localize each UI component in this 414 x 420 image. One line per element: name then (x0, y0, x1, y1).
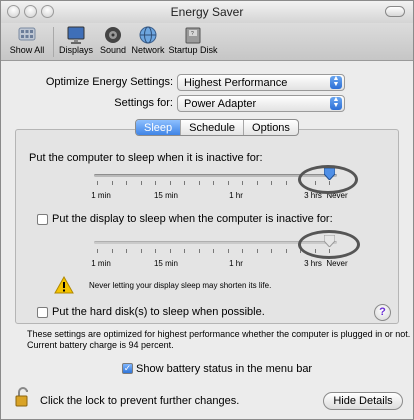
info-line-2: Current battery charge is 94 percent. (27, 340, 174, 350)
slider-tick (155, 181, 156, 185)
slider-tick (271, 181, 272, 185)
grid-icon (18, 27, 36, 41)
toolbar-divider (53, 27, 54, 57)
optimize-value: Highest Performance (184, 77, 288, 89)
slider-tick (242, 181, 243, 185)
toolbar-network[interactable]: Network (129, 25, 167, 55)
hide-details-button[interactable]: Hide Details (323, 392, 403, 410)
toolbar-label: Displays (58, 45, 93, 55)
highlight-ring (298, 230, 360, 259)
toolbar-show-all[interactable]: Show All (5, 25, 49, 55)
window: Energy Saver Show All Displays Sound Net… (0, 0, 414, 420)
slider-tick (97, 181, 98, 185)
title-bar: Energy Saver (1, 1, 413, 23)
tick-label: 15 min (153, 259, 178, 268)
slider-tick (126, 249, 127, 253)
slider-tick (285, 249, 287, 253)
slider-tick (140, 249, 142, 253)
slider-tick (271, 249, 272, 253)
popup-arrows-icon: ▲ ▼ (330, 75, 342, 89)
tab-sleep[interactable]: Sleep (136, 120, 182, 135)
display-sleep-label: Put the display to sleep when the comput… (52, 213, 333, 225)
info-line-1: These settings are optimized for highest… (27, 329, 411, 339)
slider-tick (184, 249, 185, 253)
slider-tick (227, 249, 229, 253)
computer-sleep-label: Put the computer to sleep when it is ina… (29, 152, 263, 164)
slider-tick (111, 181, 113, 185)
tab-options[interactable]: Options (244, 120, 298, 135)
display-sleep-checkbox[interactable] (37, 214, 48, 225)
slider-tick (198, 181, 200, 185)
lock-text: Click the lock to prevent further change… (40, 395, 240, 407)
slider-tick (169, 181, 171, 185)
tick-label: 1 hr (229, 191, 243, 200)
window-title: Energy Saver (170, 5, 244, 19)
toolbar-displays[interactable]: Displays (57, 25, 95, 55)
popup-arrows-icon: ▲ ▼ (330, 96, 342, 110)
highlight-ring (298, 165, 358, 194)
toolbar-toggle-button[interactable] (385, 6, 405, 17)
slider-tick (140, 181, 142, 185)
slider-tick (97, 249, 98, 253)
settings-for-popup[interactable]: Power Adapter ▲ ▼ (177, 95, 345, 112)
slider-tick (126, 181, 127, 185)
hard-disk-label: Put the hard disk(s) to sleep when possi… (52, 306, 265, 318)
tick-label: 1 min (91, 191, 111, 200)
tick-label: 15 min (153, 191, 178, 200)
tick-label: 1 hr (229, 259, 243, 268)
slider-tick (213, 249, 214, 253)
slider-tick (256, 181, 258, 185)
settings-for-label: Settings for: (114, 97, 173, 109)
warning-text: Never letting your display sleep may sho… (89, 281, 272, 290)
hard-disk-checkbox[interactable] (37, 307, 48, 318)
slider-tick (242, 249, 243, 253)
toolbar-label: Startup Disk (168, 45, 218, 55)
tick-label: 1 min (91, 259, 111, 268)
toolbar-sound[interactable]: Sound (97, 25, 129, 55)
battery-status-label: Show battery status in the menu bar (136, 363, 313, 375)
slider-tick (111, 249, 113, 253)
slider-tick (285, 181, 287, 185)
slider-tick (155, 249, 156, 253)
display-icon (67, 26, 85, 44)
svg-text:?: ? (191, 31, 194, 37)
lock-icon[interactable] (15, 386, 31, 408)
toolbar-label: Show All (9, 45, 45, 55)
slider-tick (184, 181, 185, 185)
disk-icon: ? (185, 27, 201, 44)
toolbar-label: Sound (99, 45, 127, 55)
tab-schedule[interactable]: Schedule (181, 120, 245, 135)
settings-for-value: Power Adapter (184, 98, 257, 110)
globe-icon (139, 26, 157, 44)
slider-tick (256, 249, 258, 253)
toolbar: Show All Displays Sound Network ? Startu… (1, 23, 413, 61)
slider-tick (213, 181, 214, 185)
warning-icon (54, 276, 74, 294)
speaker-icon (105, 27, 121, 43)
slider-tick (169, 249, 171, 253)
optimize-label: Optimize Energy Settings: (45, 76, 173, 88)
tick-label: Never (326, 259, 348, 268)
slider-tick (198, 249, 200, 253)
slider-tick (227, 181, 229, 185)
optimize-popup[interactable]: Highest Performance ▲ ▼ (177, 74, 345, 91)
battery-status-checkbox[interactable]: ✓ (122, 363, 133, 374)
help-button[interactable]: ? (374, 304, 391, 321)
tab-bar: Sleep Schedule Options (135, 119, 299, 136)
toolbar-startup-disk[interactable]: ? Startup Disk (167, 25, 219, 55)
toolbar-label: Network (131, 45, 165, 55)
